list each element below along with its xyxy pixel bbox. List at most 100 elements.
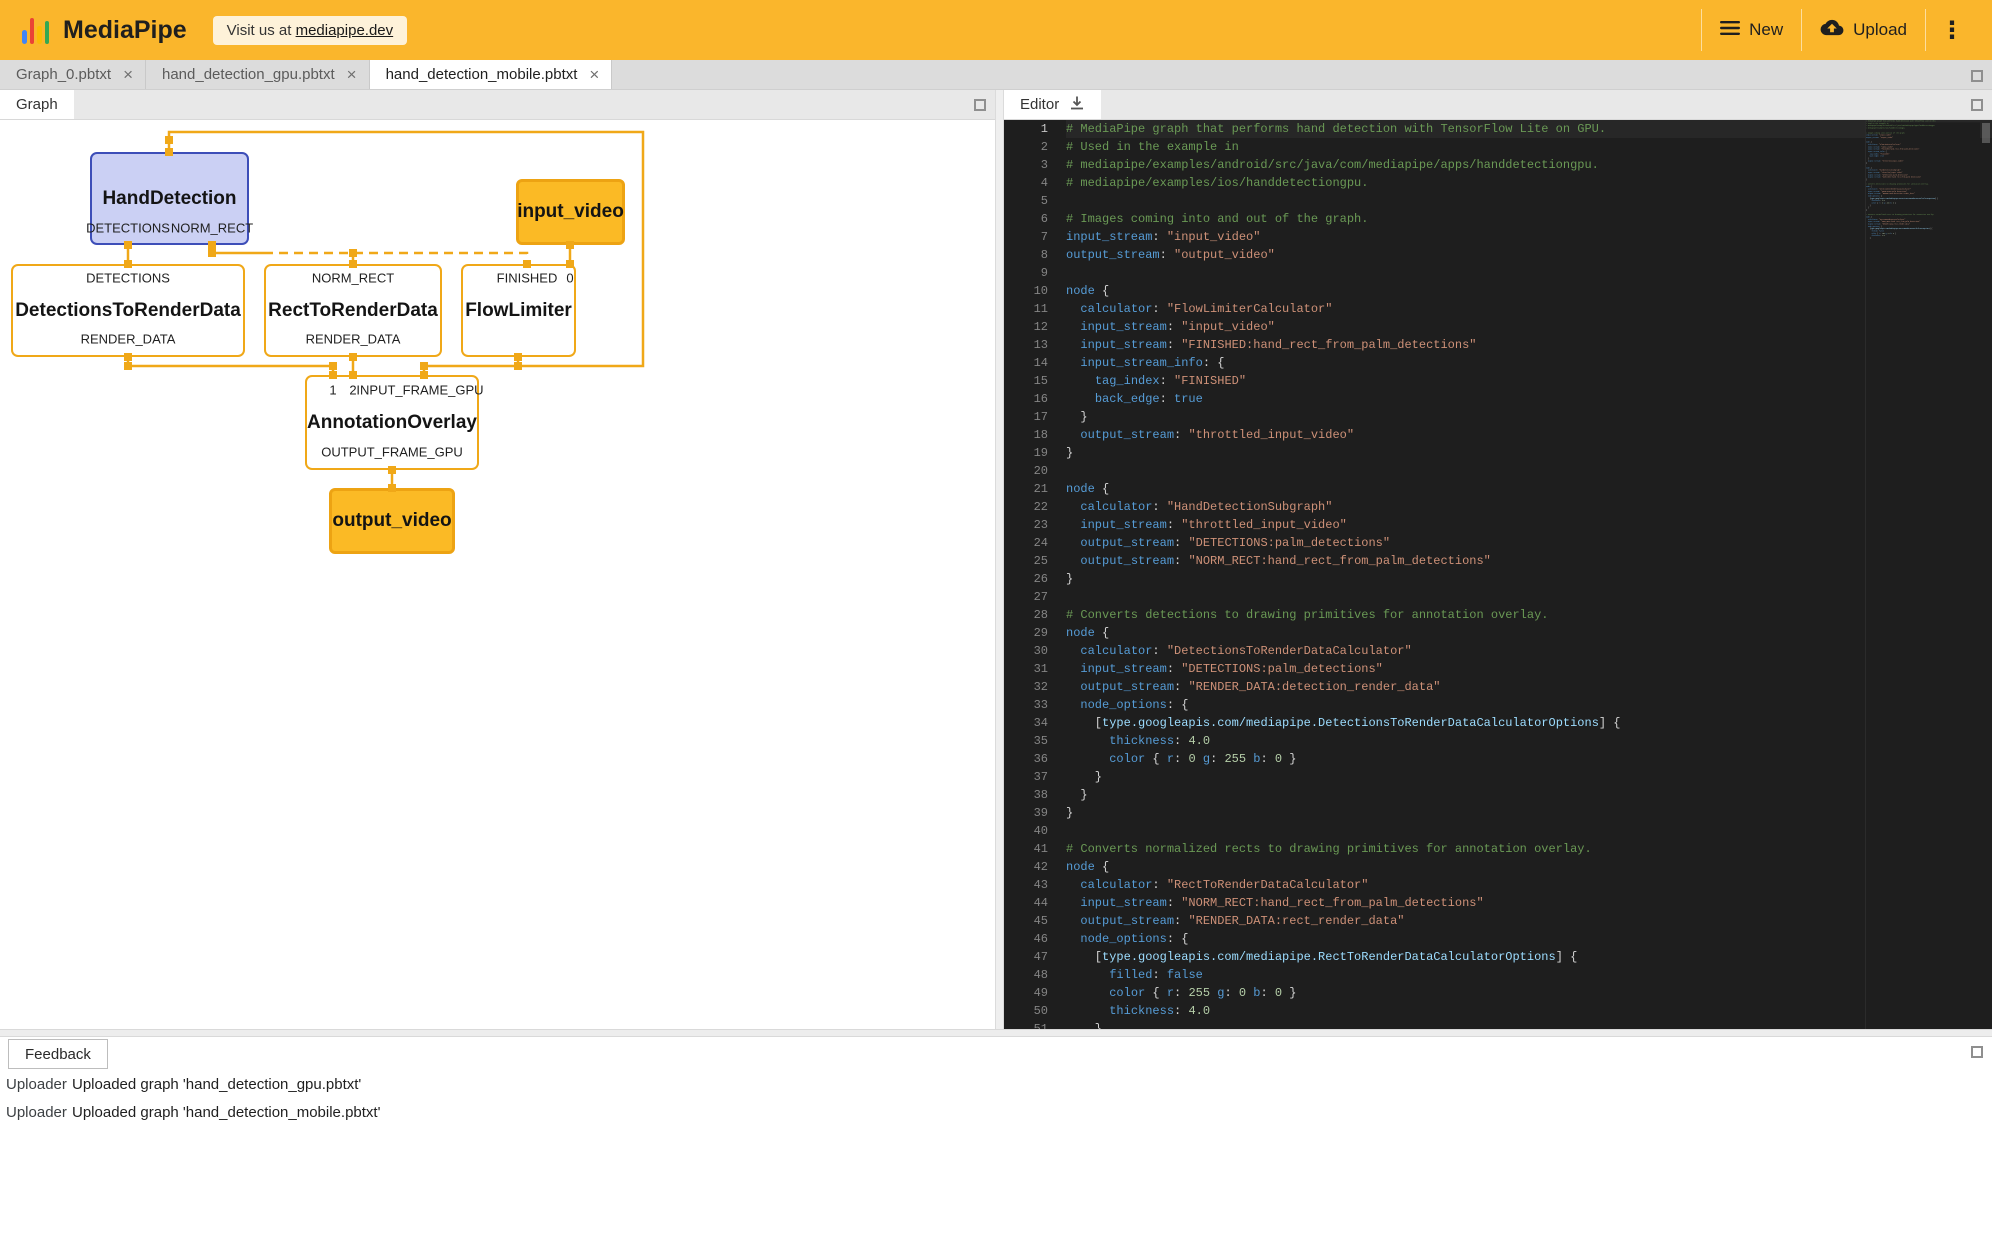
upload-button[interactable]: Upload — [1801, 9, 1925, 51]
graph-node-input_video[interactable]: input_video — [516, 179, 625, 245]
file-tab-hand_detection_mobile.pbtxt[interactable]: hand_detection_mobile.pbtxt× — [370, 60, 613, 89]
code-line — [1066, 264, 1992, 282]
graph-node-output_video[interactable]: output_video — [329, 488, 455, 554]
editor-code-area[interactable]: # MediaPipe graph that performs hand det… — [1066, 120, 1992, 1029]
file-tab-label: hand_detection_gpu.pbtxt — [162, 66, 335, 83]
file-tab-hand_detection_gpu.pbtxt[interactable]: hand_detection_gpu.pbtxt × — [146, 60, 370, 89]
vertical-splitter[interactable] — [995, 90, 1004, 1029]
line-number: 45 — [1004, 912, 1048, 930]
maximize-icon[interactable] — [1971, 99, 1983, 111]
maximize-icon[interactable] — [974, 99, 986, 111]
line-number: 49 — [1004, 984, 1048, 1002]
line-number: 43 — [1004, 876, 1048, 894]
line-number: 4 — [1004, 174, 1048, 192]
tab-close-icon[interactable]: × — [347, 66, 357, 83]
code-line: tag_index: "FINISHED" — [1066, 372, 1992, 390]
graph-canvas[interactable]: HandDetection input_video DetectionsToRend… — [0, 120, 995, 1029]
line-number: 46 — [1004, 930, 1048, 948]
code-line — [1066, 462, 1992, 480]
code-line: node { — [1066, 624, 1992, 642]
line-number: 20 — [1004, 462, 1048, 480]
line-number: 13 — [1004, 336, 1048, 354]
tab-graph[interactable]: Graph — [0, 90, 74, 119]
code-line: } — [1066, 570, 1992, 588]
line-number: 1 — [1004, 120, 1048, 138]
file-tab-label: Graph_0.pbtxt — [16, 66, 111, 83]
maximize-icon[interactable] — [1971, 70, 1983, 82]
code-line: } — [1066, 1020, 1992, 1029]
node-title: DetectionsToRenderData — [15, 300, 241, 322]
port-square — [208, 249, 216, 257]
maximize-graph-panel[interactable] — [974, 98, 986, 116]
graph-edge-backedge — [264, 253, 527, 264]
editor-scrollbar[interactable] — [1980, 120, 1992, 1029]
code-line: calculator: "FlowLimiterCalculator" — [1066, 300, 1992, 318]
line-number: 39 — [1004, 804, 1048, 822]
minimap-mark: } — [1866, 237, 1980, 239]
new-button[interactable]: New — [1701, 9, 1801, 51]
file-tab-Graph_0.pbtxt[interactable]: Graph_0.pbtxt × — [0, 60, 146, 89]
port-label: NORM_RECT — [171, 221, 253, 236]
main-content: Graph HandDetection input_video Detections… — [0, 90, 1992, 1029]
line-number: 50 — [1004, 1002, 1048, 1020]
node-title: RectToRenderData — [268, 300, 438, 322]
code-line: [type.googleapis.com/mediapipe.Detection… — [1066, 714, 1992, 732]
tab-feedback[interactable]: Feedback — [8, 1039, 108, 1069]
line-number: 5 — [1004, 192, 1048, 210]
node-title: HandDetection — [102, 188, 236, 210]
port-label: NORM_RECT — [312, 271, 394, 286]
graph-edge — [424, 366, 518, 375]
port-label: FINISHED — [497, 271, 558, 286]
line-number: 18 — [1004, 426, 1048, 444]
line-number: 10 — [1004, 282, 1048, 300]
port-label: RENDER_DATA — [306, 332, 401, 347]
maximize-editor-panel[interactable] — [1971, 98, 1983, 116]
tab-editor[interactable]: Editor — [1004, 90, 1101, 119]
port-square — [514, 362, 522, 370]
tab-close-icon[interactable]: × — [589, 66, 599, 83]
editor-minimap[interactable]: # MediaPipe graph that performs hand det… — [1865, 120, 1980, 1029]
app-title: MediaPipe — [63, 16, 187, 45]
code-line: back_edge: true — [1066, 390, 1992, 408]
line-number: 29 — [1004, 624, 1048, 642]
port-square — [124, 362, 132, 370]
port-label: 0 — [566, 271, 573, 286]
code-line: input_stream: "input_video" — [1066, 228, 1992, 246]
mediapipe-dev-link[interactable]: mediapipe.dev — [296, 22, 394, 39]
code-line: [type.googleapis.com/mediapipe.RectToRen… — [1066, 948, 1992, 966]
code-line: output_stream: "DETECTIONS:palm_detectio… — [1066, 534, 1992, 552]
graph-panel: Graph HandDetection input_video Detections… — [0, 90, 995, 1029]
more-options-button[interactable]: ⋮ — [1925, 9, 1976, 51]
feedback-entries: UploaderUploaded graph 'hand_detection_g… — [0, 1070, 1992, 1126]
code-line: # MediaPipe graph that performs hand det… — [1066, 120, 1992, 138]
node-title: AnnotationOverlay — [307, 412, 477, 434]
line-number: 42 — [1004, 858, 1048, 876]
maximize-icon[interactable] — [1971, 1046, 1983, 1058]
horizontal-splitter[interactable] — [0, 1029, 1992, 1037]
editor-panel: Editor 123456789101112131415161718192021… — [1004, 90, 1992, 1029]
code-line: input_stream: "DETECTIONS:palm_detection… — [1066, 660, 1992, 678]
port-square — [329, 362, 337, 370]
port-label: RENDER_DATA — [81, 332, 176, 347]
code-line: # mediapipe/examples/android/src/java/co… — [1066, 156, 1992, 174]
tab-close-icon[interactable]: × — [123, 66, 133, 83]
graph-edge — [212, 245, 264, 253]
line-number: 41 — [1004, 840, 1048, 858]
maximize-feedback-panel[interactable] — [1971, 1045, 1983, 1063]
editor-scrollbar-thumb[interactable] — [1982, 123, 1990, 143]
maximize-row-icon[interactable] — [1971, 69, 1983, 87]
port-label: 1 — [329, 383, 336, 398]
code-line: # mediapipe/examples/ios/handdetectiongp… — [1066, 174, 1992, 192]
feedback-message: Uploaded graph 'hand_detection_mobile.pb… — [72, 1104, 380, 1121]
code-line: calculator: "DetectionsToRenderDataCalcu… — [1066, 642, 1992, 660]
code-line: output_stream: "output_video" — [1066, 246, 1992, 264]
line-number: 32 — [1004, 678, 1048, 696]
download-icon[interactable] — [1069, 95, 1085, 115]
editor-code-lines: # MediaPipe graph that performs hand det… — [1066, 120, 1992, 1029]
line-number: 27 — [1004, 588, 1048, 606]
upload-button-label: Upload — [1853, 20, 1907, 40]
cloud-upload-icon — [1820, 18, 1844, 42]
line-number: 15 — [1004, 372, 1048, 390]
line-number: 51 — [1004, 1020, 1048, 1029]
code-line — [1066, 192, 1992, 210]
